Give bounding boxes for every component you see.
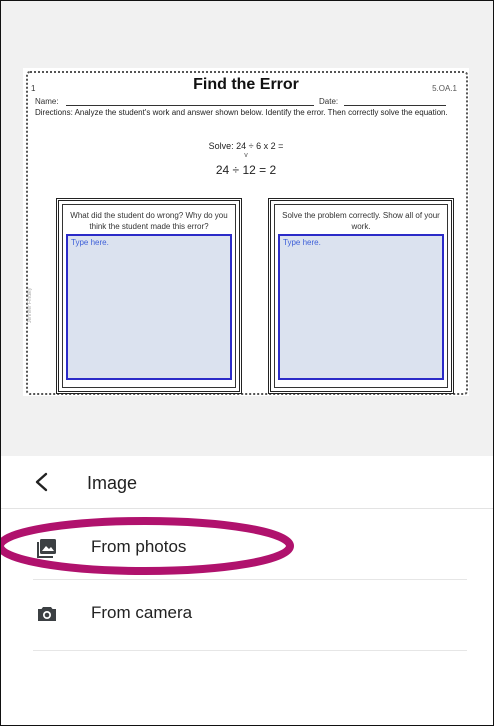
image-preview-area: 1 Find the Error 5.OA.1 Name: Date: Dire…: [1, 1, 493, 456]
from-photos-option[interactable]: From photos: [1, 518, 493, 578]
right-answer-box[interactable]: Type here.: [278, 234, 444, 380]
insert-image-sheet: Image From photos From camera: [1, 456, 493, 725]
app-frame: 1 Find the Error 5.OA.1 Name: Date: Dire…: [0, 0, 494, 726]
sheet-header: Image: [1, 456, 493, 509]
sheet-title: Image: [87, 473, 138, 493]
right-answer-placeholder: Type here.: [283, 238, 321, 247]
left-answer-box[interactable]: Type here.: [66, 234, 232, 380]
author-credit: Jennifer Findley: [27, 287, 33, 323]
right-answer-panel: Solve the problem correctly. Show all of…: [268, 198, 454, 394]
directions-text: Directions: Analyze the student's work a…: [35, 108, 448, 117]
left-answer-placeholder: Type here.: [71, 238, 109, 247]
left-question: What did the student do wrong? Why do yo…: [70, 211, 228, 231]
from-photos-label: From photos: [91, 537, 187, 556]
divider: [33, 579, 467, 580]
worksheet-preview[interactable]: 1 Find the Error 5.OA.1 Name: Date: Dire…: [23, 68, 469, 396]
left-answer-panel: What did the student do wrong? Why do yo…: [56, 198, 242, 394]
error-mark: v: [244, 152, 248, 159]
worksheet-title: Find the Error: [193, 76, 299, 93]
student-work: 24 ÷ 12 = 2: [215, 163, 277, 177]
name-label: Name:: [35, 97, 59, 106]
right-question: Solve the problem correctly. Show all of…: [282, 211, 440, 231]
back-arrow-icon[interactable]: [33, 472, 51, 492]
camera-icon: [38, 607, 56, 621]
photo-icon: [37, 539, 56, 558]
name-line: [66, 105, 314, 106]
standard-code: 5.OA.1: [432, 84, 457, 93]
solve-equation: Solve: 24 ÷ 6 x 2 =: [208, 141, 284, 151]
from-camera-label: From camera: [91, 603, 193, 622]
date-line: [344, 105, 446, 106]
date-label: Date:: [319, 97, 339, 106]
divider: [33, 650, 467, 651]
from-camera-option[interactable]: From camera: [1, 584, 493, 644]
